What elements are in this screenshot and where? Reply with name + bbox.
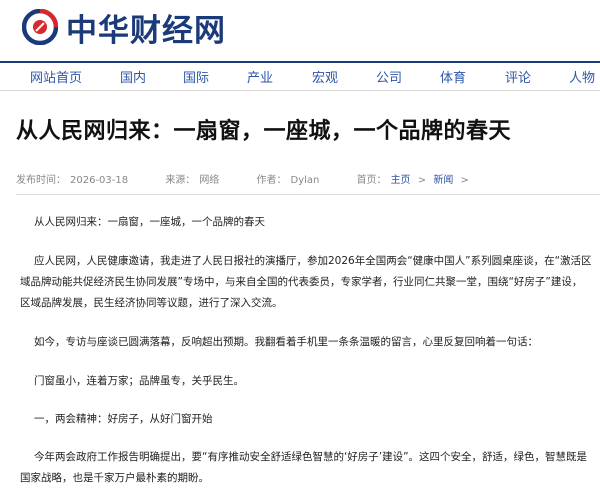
article-paragraph: 今年两会政府工作报告明确提出，要“有序推动安全舒适绿色智慧的‘好房子’建设”。这… (20, 451, 588, 484)
article-paragraph: 从人民网归来：一扇窗，一座城，一个品牌的春天 (34, 216, 265, 228)
breadcrumb-separator: > (417, 175, 427, 186)
article-paragraph: 应人民网，人民健康邀请，我走进了人民日报社的演播厅，参加2026年全国两会“健康… (20, 255, 592, 309)
nav-item-company[interactable]: 公司 (376, 67, 402, 86)
site-logo[interactable]: 中华财经网 (22, 7, 226, 49)
breadcrumb-news-link[interactable]: 新闻 (433, 175, 453, 186)
published-label: 发布时间： (16, 175, 66, 186)
site-name: 中华财经网 (66, 12, 226, 49)
nav-item-home[interactable]: 网站首页 (30, 67, 82, 86)
nav-item-domestic[interactable]: 国内 (120, 67, 146, 86)
article-title: 从人民网归来：一扇窗，一座城，一个品牌的春天 (16, 119, 512, 144)
article-meta: 发布时间： 2026-03-18 来源： 网络 作者： Dylan 首页： 主页 > 新… (16, 171, 473, 186)
source-value: 网络 (199, 175, 220, 186)
china-finance-logo-icon (22, 9, 58, 45)
article-paragraph: 门窗虽小，连着万家；品牌虽专，关乎民生。 (34, 375, 244, 387)
published-date: 2026-03-18 (70, 175, 129, 186)
main-nav: 网站首页 国内 国际 产业 宏观 公司 体育 评论 人物 (0, 61, 600, 91)
author-value: Dylan (290, 175, 320, 186)
nav-item-people[interactable]: 人物 (569, 67, 595, 86)
breadcrumb-separator: > (460, 175, 469, 186)
source-label: 来源： (165, 175, 196, 186)
site-header: 中华财经网 (0, 0, 600, 60)
nav-item-macro[interactable]: 宏观 (312, 67, 338, 86)
breadcrumb-label: 首页： (356, 175, 387, 186)
article-section-heading: 一，两会精神：好房子，从好门窗开始 (34, 413, 213, 425)
author-label: 作者： (256, 175, 287, 186)
nav-item-international[interactable]: 国际 (183, 67, 209, 86)
nav-item-sports[interactable]: 体育 (440, 67, 466, 86)
nav-item-industry[interactable]: 产业 (247, 67, 273, 86)
breadcrumb-home-link[interactable]: 主页 (391, 175, 411, 186)
article-paragraph: 如今，专访与座谈已圆满落幕，反响超出预期。我翻看着手机里一条条温暖的留言，心里反… (34, 336, 538, 348)
meta-divider (16, 194, 600, 195)
nav-item-review[interactable]: 评论 (505, 67, 531, 86)
